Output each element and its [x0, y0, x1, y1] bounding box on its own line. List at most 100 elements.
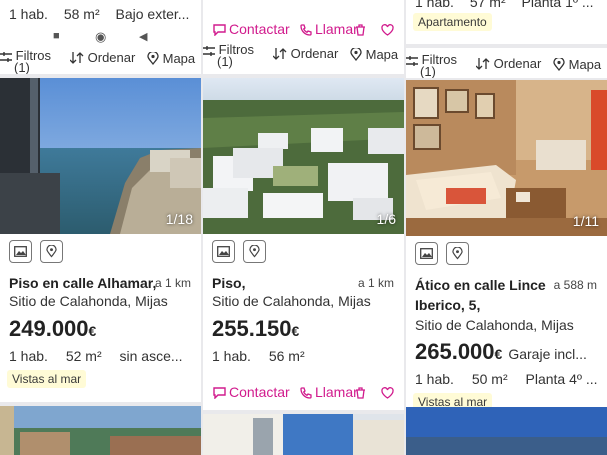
- filters-button[interactable]: Filtros (1): [406, 53, 457, 78]
- filters-icon: [0, 52, 12, 62]
- filter-bar: Filtros (1) Ordenar Mapa: [203, 43, 404, 70]
- back-nav-icon[interactable]: ◀: [139, 30, 147, 43]
- next-photo: [406, 407, 607, 455]
- listing-distance: a 588 m: [553, 278, 597, 292]
- listing-title-line2[interactable]: Iberico, 5,: [415, 297, 480, 313]
- map-pin-icon: [249, 245, 260, 258]
- filter-bar: Filtros (1) Ordenar Mapa: [0, 48, 201, 74]
- prev-listing-specs: 1 hab. 57 m² Planta 1º ...: [415, 0, 606, 10]
- filters-icon: [406, 56, 418, 66]
- listing-column-3: 1 hab. 57 m² Planta 1º ... Apartamento F…: [406, 0, 607, 455]
- call-button[interactable]: Llamar: [300, 384, 358, 400]
- photo-counter: 1/18: [165, 211, 193, 227]
- listing-title[interactable]: Piso en calle Alhamar,: [9, 275, 156, 291]
- call-button[interactable]: Llamar: [300, 21, 358, 37]
- favorite-icon[interactable]: [381, 384, 397, 400]
- floor: Planta 1º ...: [521, 0, 594, 10]
- rooms: 1 hab.: [9, 6, 48, 22]
- favorite-icon[interactable]: [381, 21, 397, 37]
- listing-photo[interactable]: 1/18: [0, 78, 201, 234]
- listing-quick-actions: [415, 242, 469, 265]
- listing-distance: a 1 km: [357, 276, 394, 290]
- map-pin-icon: [553, 56, 565, 72]
- area: 56 m²: [268, 348, 305, 364]
- prev-listing-specs: 1 hab. 58 m² Bajo exter...: [9, 6, 201, 22]
- listing-quick-actions: [9, 240, 63, 263]
- filters-button[interactable]: Filtros (1): [203, 43, 254, 68]
- image-icon: [217, 246, 230, 257]
- listing-location: Sitio de Calahonda, Mijas: [212, 293, 371, 309]
- listing-location: Sitio de Calahonda, Mijas: [415, 317, 574, 333]
- floor: Bajo exter...: [115, 6, 190, 22]
- listing-specs: 1 hab. 50 m² Planta 4º ...: [415, 371, 607, 387]
- map-button[interactable]: Mapa: [350, 46, 398, 62]
- area: 50 m²: [471, 371, 508, 387]
- filters-icon: [203, 46, 215, 56]
- area: 57 m²: [469, 0, 506, 10]
- listing-photo[interactable]: 1/11: [406, 80, 607, 236]
- map-pin-icon: [452, 247, 463, 260]
- feature-tag: Vistas al mar: [7, 370, 87, 388]
- parking-info: Garaje incl...: [508, 346, 587, 362]
- next-listing-photo[interactable]: [0, 406, 201, 455]
- separator: [406, 44, 607, 48]
- listing-photo[interactable]: 1/6: [203, 78, 404, 234]
- location-chip[interactable]: [243, 240, 266, 263]
- sort-button[interactable]: Ordenar: [272, 47, 338, 60]
- map-pin-icon: [147, 50, 159, 66]
- recents-nav-icon[interactable]: ■: [53, 30, 60, 42]
- listing-price: 249.000€: [9, 316, 97, 341]
- listing-price: 265.000€ Garaje incl...: [415, 339, 587, 364]
- sort-icon: [475, 58, 490, 70]
- map-button[interactable]: Mapa: [553, 56, 601, 72]
- contact-button[interactable]: Contactar: [213, 21, 290, 37]
- listing-title[interactable]: Ático en calle Lince: [415, 277, 546, 293]
- listing-price: 255.150€: [212, 316, 300, 341]
- aerial-complex-photo: [203, 78, 404, 234]
- map-pin-icon: [350, 46, 362, 62]
- system-nav-overlay: ■ ◉ ◀: [0, 29, 201, 45]
- location-chip[interactable]: [40, 240, 63, 263]
- sort-button[interactable]: Ordenar: [475, 57, 541, 70]
- listing-column-1: 1 hab. 58 m² Bajo exter... ■ ◉ ◀ Filtros…: [0, 0, 201, 455]
- filter-bar: Filtros (1) Ordenar Mapa: [406, 52, 607, 78]
- map-button[interactable]: Mapa: [147, 50, 195, 66]
- listing-specs: 1 hab. 52 m² sin asce...: [9, 348, 197, 364]
- listing-location: Sitio de Calahonda, Mijas: [9, 293, 168, 309]
- area: 52 m²: [65, 348, 102, 364]
- gallery-chip[interactable]: [212, 240, 235, 263]
- listing-title[interactable]: Piso,: [212, 275, 245, 291]
- home-nav-icon[interactable]: ◉: [95, 29, 106, 45]
- delete-icon[interactable]: [355, 21, 369, 37]
- map-pin-icon: [46, 245, 57, 258]
- chat-icon: [213, 24, 226, 37]
- next-photo: [203, 414, 404, 455]
- sort-button[interactable]: Ordenar: [69, 51, 135, 64]
- prev-listing-actions: Contactar Llamar: [203, 18, 404, 42]
- contact-button[interactable]: Contactar: [213, 384, 290, 400]
- rooms: 1 hab.: [415, 0, 454, 10]
- location-chip[interactable]: [446, 242, 469, 265]
- gallery-chip[interactable]: [415, 242, 438, 265]
- listing-column-2: Contactar Llamar Filtros (1) Ordenar Mapa: [203, 0, 404, 455]
- phone-icon: [300, 24, 312, 36]
- image-icon: [14, 246, 27, 257]
- filters-button[interactable]: Filtros (1): [0, 49, 51, 74]
- listing-specs: 1 hab. 56 m²: [212, 348, 319, 364]
- phone-icon: [300, 387, 312, 399]
- delete-icon[interactable]: [355, 384, 369, 400]
- area: 58 m²: [63, 6, 100, 22]
- gallery-chip[interactable]: [9, 240, 32, 263]
- sort-icon: [69, 52, 84, 64]
- sort-icon: [272, 48, 287, 60]
- listing-distance: a 1 km: [154, 276, 191, 290]
- next-photo: [0, 406, 201, 455]
- listing-quick-actions: [212, 240, 266, 263]
- rooms: 1 hab.: [9, 348, 48, 364]
- floor: sin asce...: [119, 348, 183, 364]
- next-listing-photo[interactable]: [203, 414, 404, 455]
- chat-icon: [213, 387, 226, 400]
- floor: Planta 4º ...: [525, 371, 598, 387]
- next-listing-photo[interactable]: [406, 407, 607, 455]
- rooms: 1 hab.: [212, 348, 251, 364]
